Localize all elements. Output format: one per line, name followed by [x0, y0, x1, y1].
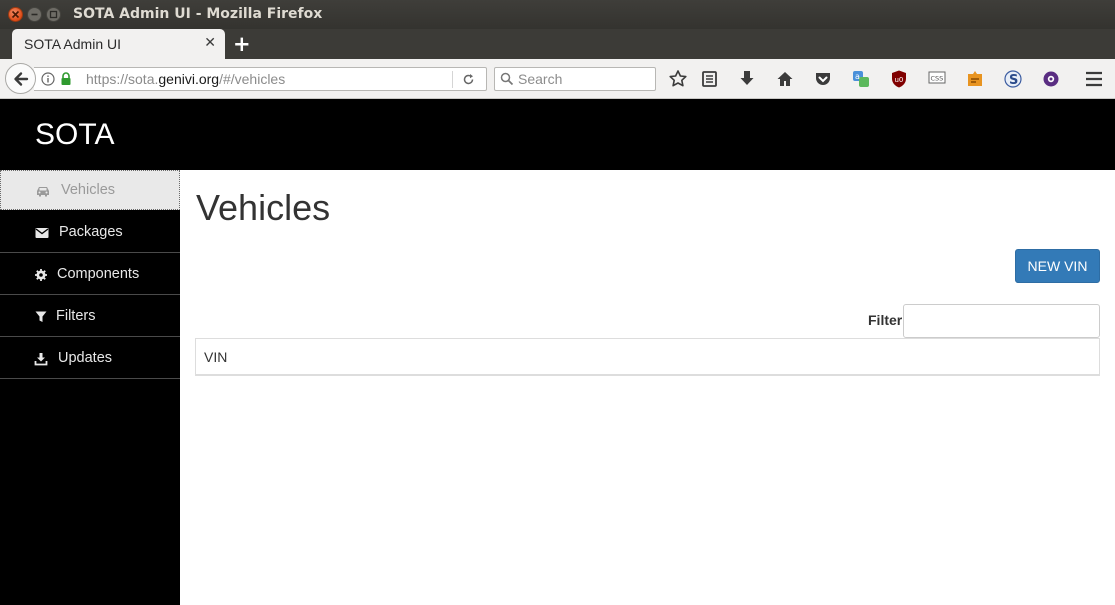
- nav-bar: https://sota.genivi.org/#/vehicles Searc…: [0, 59, 1115, 99]
- star-icon[interactable]: [668, 69, 688, 89]
- app-header: SOTA: [0, 99, 1115, 170]
- filter-label: Filter: [868, 312, 903, 328]
- sidebar-item-label: Vehicles: [61, 182, 116, 198]
- window-minimize-button[interactable]: [27, 7, 42, 22]
- new-tab-button[interactable]: +: [233, 32, 251, 56]
- brand-logo[interactable]: SOTA: [35, 118, 114, 152]
- reload-icon[interactable]: [462, 73, 475, 86]
- browser-tab[interactable]: SOTA Admin UI ✕: [12, 29, 225, 59]
- back-button[interactable]: [5, 63, 36, 94]
- lock-icon: [61, 72, 71, 85]
- sidebar-item-updates[interactable]: Updates: [0, 339, 180, 379]
- search-placeholder: Search: [518, 71, 563, 87]
- vehicles-table: VIN: [195, 338, 1100, 376]
- tab-title: SOTA Admin UI: [24, 36, 121, 52]
- s-extension-icon[interactable]: S: [1003, 69, 1023, 89]
- download-tray-icon: [34, 353, 48, 366]
- gear-icon: [35, 269, 47, 281]
- url-text: https://sota.genivi.org/#/vehicles: [86, 71, 285, 87]
- info-icon[interactable]: [41, 72, 55, 86]
- svg-text:a: a: [855, 72, 860, 81]
- extension-icon[interactable]: [965, 69, 985, 89]
- ublock-icon[interactable]: u0: [889, 69, 909, 89]
- tab-strip: SOTA Admin UI ✕ +: [0, 29, 1115, 59]
- sidebar-item-filters[interactable]: Filters: [0, 297, 180, 337]
- home-icon[interactable]: [775, 69, 795, 89]
- new-vin-button[interactable]: NEW VIN: [1015, 249, 1100, 283]
- car-icon: [37, 187, 49, 197]
- sidebar-item-label: Components: [57, 266, 140, 282]
- url-prefix: https://sota.: [86, 71, 159, 87]
- svg-text:u0: u0: [895, 76, 904, 84]
- tor-icon[interactable]: [1041, 69, 1061, 89]
- sidebar-item-packages[interactable]: Packages: [0, 213, 180, 253]
- sidebar-item-label: Packages: [59, 224, 123, 240]
- url-path: /#/vehicles: [219, 71, 286, 87]
- sidebar: Vehicles Packages Components Filters Upd…: [0, 170, 180, 605]
- envelope-icon: [35, 228, 49, 238]
- sidebar-item-vehicles[interactable]: Vehicles: [0, 170, 180, 210]
- svg-text:S: S: [1009, 73, 1018, 88]
- url-domain: genivi.org: [158, 71, 220, 87]
- download-icon[interactable]: [737, 69, 757, 89]
- reading-list-icon[interactable]: [700, 69, 720, 89]
- window-close-button[interactable]: [8, 7, 23, 22]
- main-content: Vehicles NEW VIN Filter VIN: [180, 170, 1115, 605]
- url-separator: [452, 71, 453, 88]
- tab-close-icon[interactable]: ✕: [204, 35, 216, 51]
- window-title: SOTA Admin UI - Mozilla Firefox: [73, 6, 323, 22]
- window-maximize-button[interactable]: [46, 7, 61, 22]
- search-bar[interactable]: Search: [494, 67, 656, 91]
- page-title: Vehicles: [196, 187, 331, 228]
- svg-text:CSS: CSS: [931, 75, 944, 83]
- table-header-vin[interactable]: VIN: [204, 349, 227, 365]
- sidebar-item-label: Filters: [56, 308, 96, 324]
- back-arrow-icon: [14, 72, 29, 86]
- menu-icon[interactable]: [1084, 69, 1104, 89]
- window-titlebar: SOTA Admin UI - Mozilla Firefox: [0, 0, 1115, 29]
- search-icon: [500, 72, 514, 86]
- sidebar-item-components[interactable]: Components: [0, 255, 180, 295]
- maximize-icon: [49, 10, 58, 19]
- minimize-icon: [31, 13, 38, 16]
- filter-input[interactable]: [903, 304, 1100, 338]
- filter-icon: [35, 311, 47, 322]
- pocket-icon[interactable]: [813, 69, 833, 89]
- close-icon: [11, 10, 20, 19]
- sidebar-item-label: Updates: [58, 350, 113, 366]
- translate-icon[interactable]: a: [851, 69, 871, 89]
- url-bar[interactable]: https://sota.genivi.org/#/vehicles: [34, 67, 487, 91]
- css-icon[interactable]: CSS: [927, 69, 947, 89]
